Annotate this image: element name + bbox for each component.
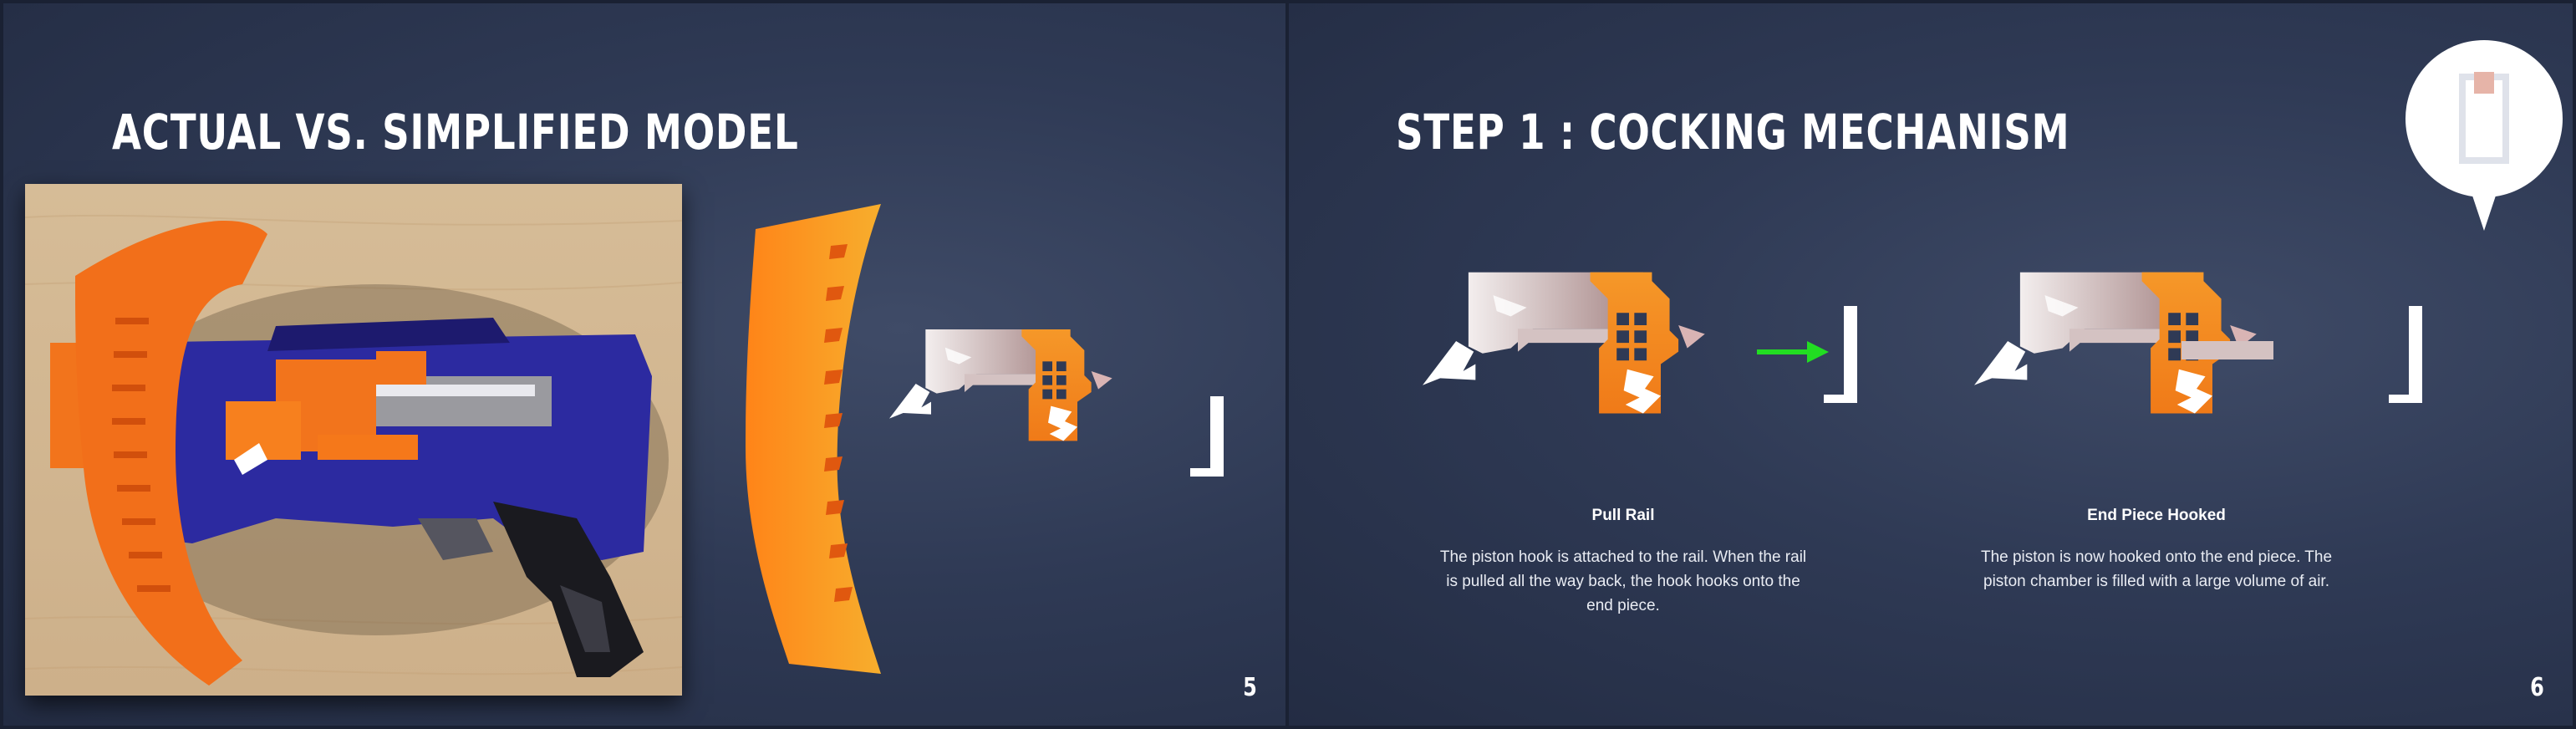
caption-body-end-piece-hooked: The piston is now hooked onto the end pi…: [1980, 548, 2333, 590]
end-piece-bracket: [1824, 306, 1857, 403]
hooked-rail-bar: [2181, 341, 2273, 359]
slide-6: STEP 1 : COCKING MECHANISM Pull Rail The…: [1289, 3, 2573, 726]
zoom-callout-icon: [2405, 40, 2563, 231]
blaster-photo: [25, 184, 682, 696]
blaster-photo-illustration: [25, 214, 682, 686]
caption-title-end-piece-hooked: End Piece Hooked: [2087, 507, 2226, 524]
page-number: 6: [2530, 673, 2544, 702]
mechanism-end-piece-hooked: [1974, 271, 2292, 538]
slide-title: STEP 1 : COCKING MECHANISM: [1396, 104, 2070, 161]
caption-body-pull-rail: The piston hook is attached to the rail.…: [1439, 548, 1807, 614]
page-number: 5: [1243, 673, 1257, 702]
arrow-right-icon: [1757, 341, 1829, 363]
simplified-mechanism: [889, 329, 1140, 538]
end-piece-bracket: [1190, 396, 1224, 477]
mechanism-pull-rail: [1423, 271, 1740, 538]
end-piece-bracket: [2389, 306, 2422, 403]
slide-title: ACTUAL VS. SIMPLIFIED MODEL: [112, 104, 799, 161]
slide-5: ACTUAL VS. SIMPLIFIED MODEL 5: [3, 3, 1285, 726]
caption-title-pull-rail: Pull Rail: [1591, 507, 1655, 524]
